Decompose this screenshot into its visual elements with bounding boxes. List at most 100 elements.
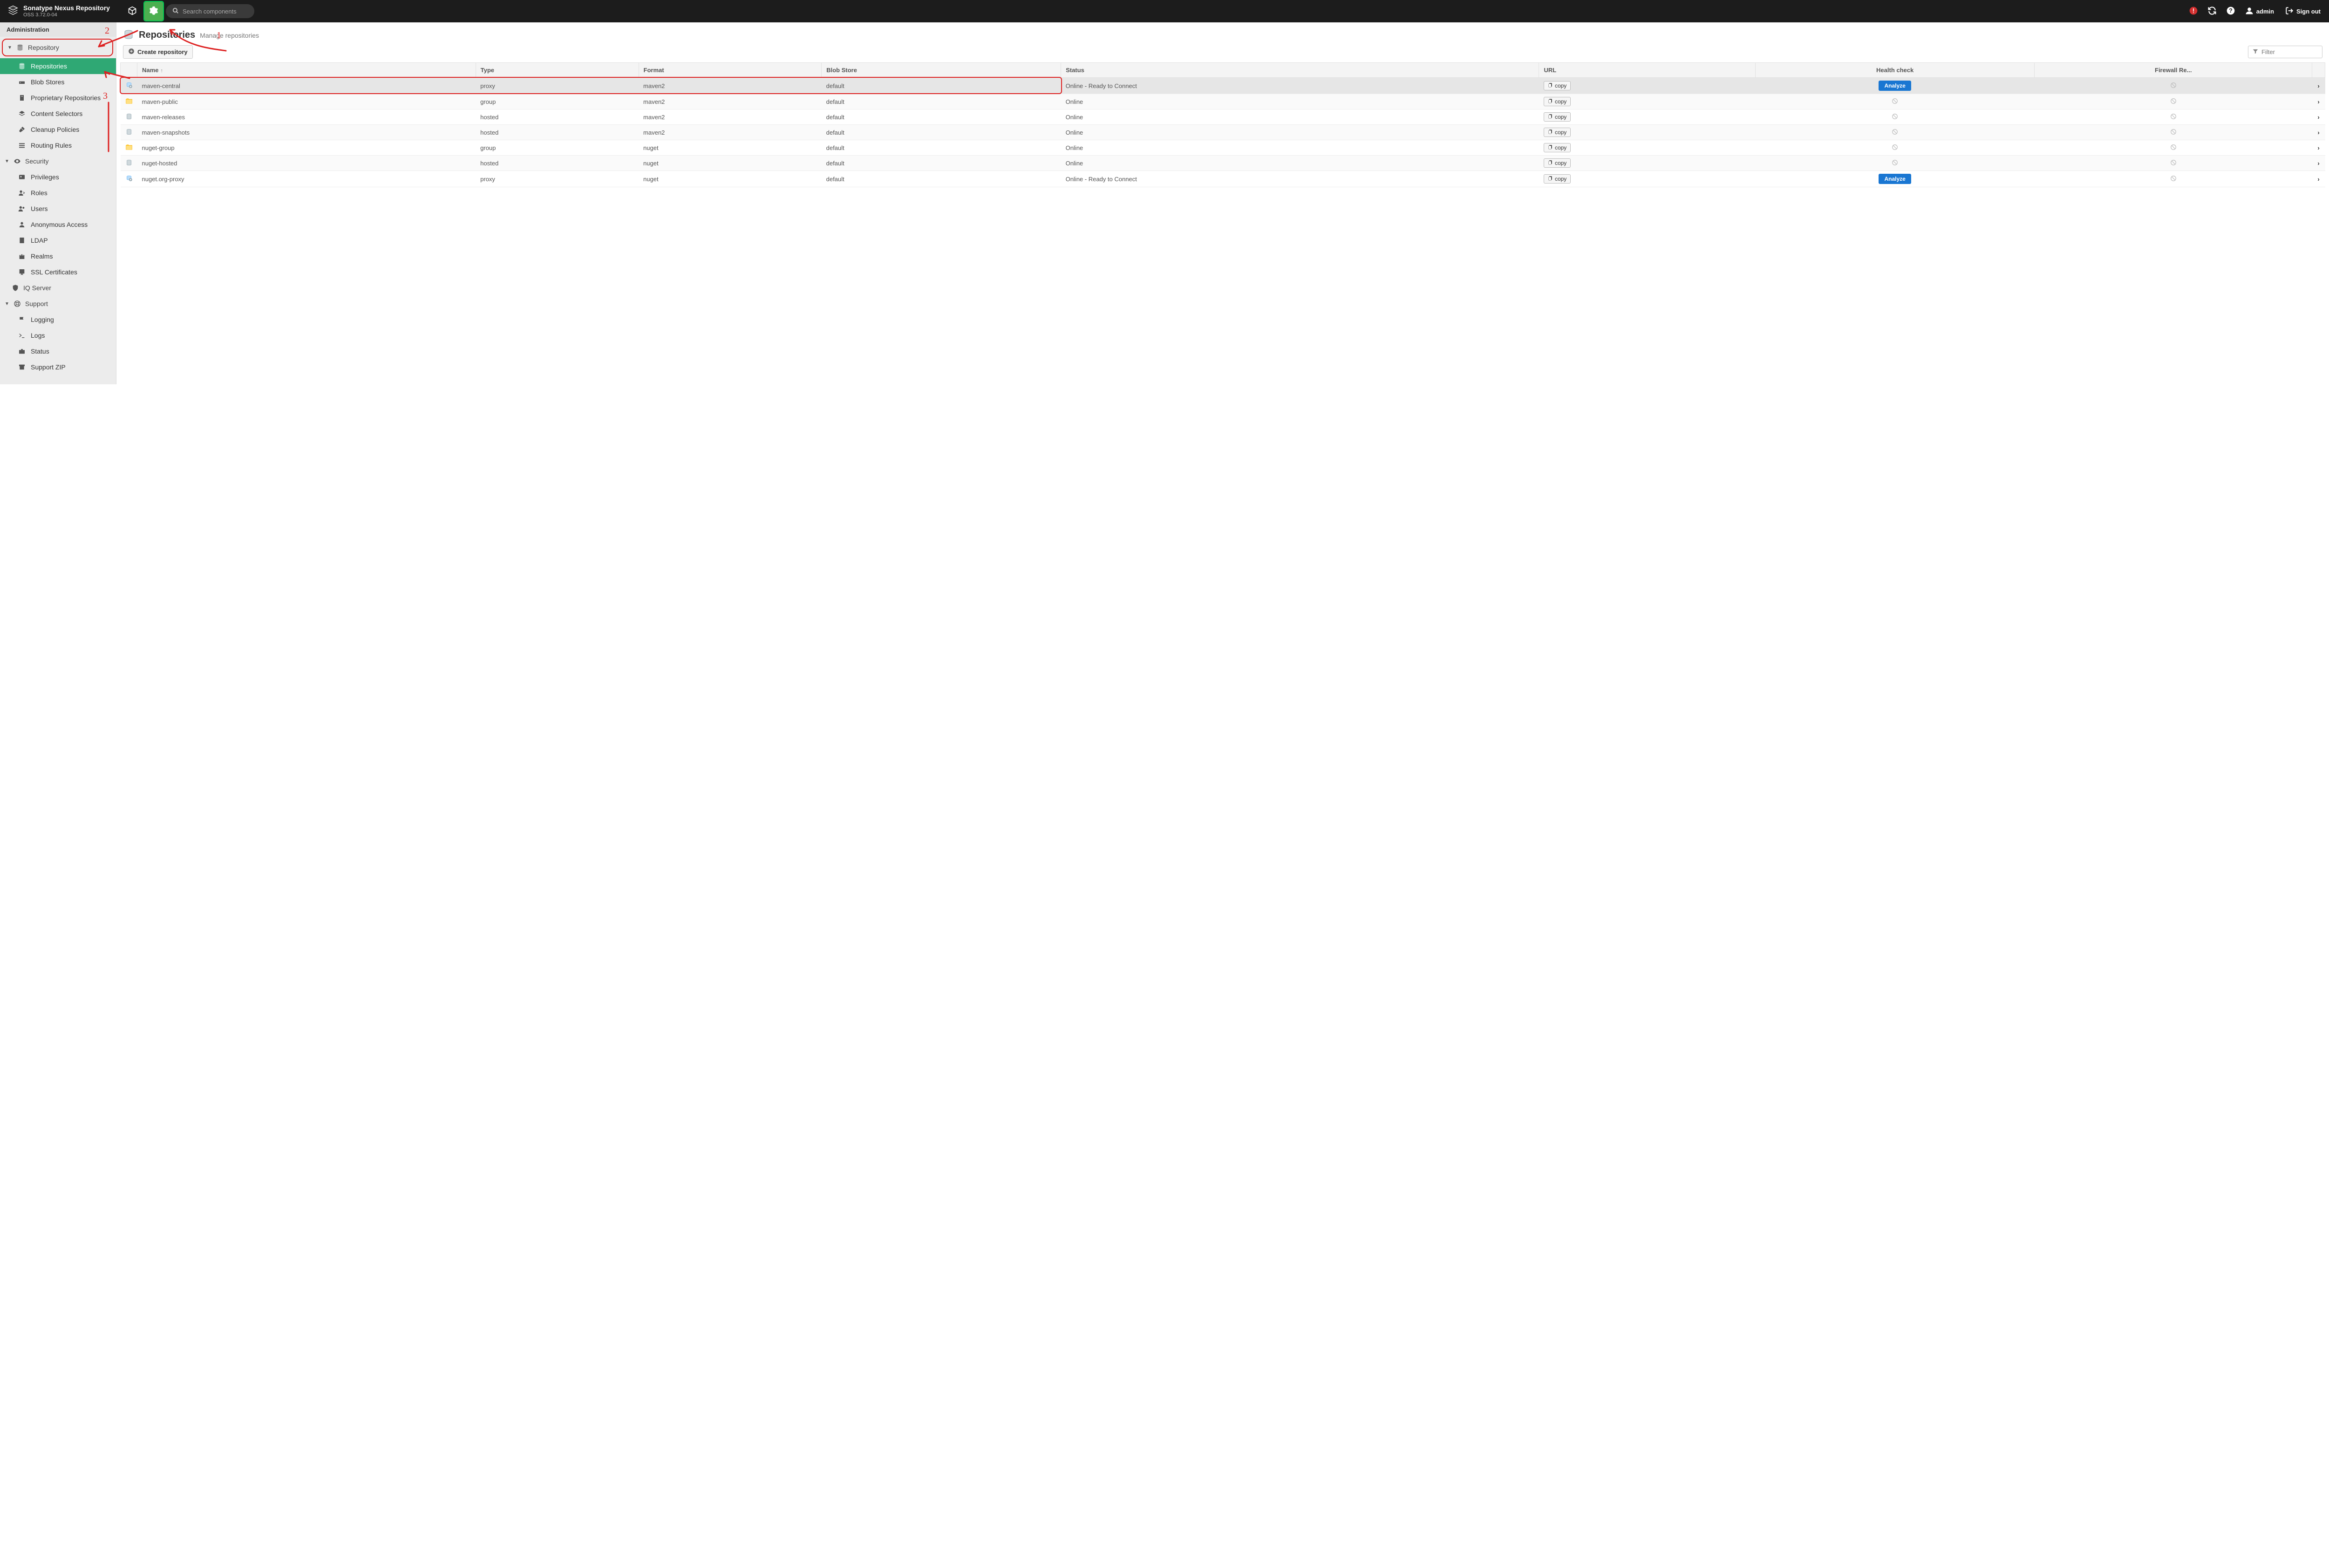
- row-expand[interactable]: ›: [2312, 78, 2325, 94]
- sidebar-item-label: Blob Stores: [31, 78, 64, 86]
- copy-url-button[interactable]: copy: [1544, 97, 1571, 106]
- table-row[interactable]: maven-publicgroupmaven2defaultOnlinecopy…: [121, 94, 2325, 109]
- page-title-icon: [123, 29, 134, 41]
- sidebar-item-cleanup[interactable]: Cleanup Policies: [0, 122, 116, 137]
- copy-label: copy: [1555, 82, 1566, 89]
- sidebar-item-contentselectors[interactable]: Content Selectors: [0, 106, 116, 122]
- table-row[interactable]: nuget-groupgroupnugetdefaultOnlinecopy›: [121, 140, 2325, 156]
- help-button[interactable]: ?: [2223, 3, 2239, 19]
- column-header-icon: [121, 63, 137, 78]
- sidebar-item-users[interactable]: Users: [0, 201, 116, 217]
- sidebar-item-label: Realms: [31, 252, 53, 260]
- sidebar-item-ssl[interactable]: SSL Certificates: [0, 264, 116, 280]
- sidebar-group-label: Support: [25, 300, 48, 307]
- cell-format: nuget: [639, 156, 822, 171]
- row-expand[interactable]: ›: [2312, 171, 2325, 187]
- copy-url-button[interactable]: copy: [1544, 81, 1571, 90]
- sidebar-group-iq[interactable]: IQ Server: [0, 280, 116, 296]
- sidebar-group-repository[interactable]: ▼Repository: [2, 39, 113, 56]
- sidebar-item-status[interactable]: Status: [0, 343, 116, 359]
- sidebar: ▼Repository Repositories Blob Stores Propri…: [0, 37, 116, 384]
- sidebar-item-label: LDAP: [31, 237, 48, 244]
- disabled-icon: [1892, 129, 1898, 136]
- copy-url-button[interactable]: copy: [1544, 112, 1571, 122]
- signout-button[interactable]: Sign out: [2281, 7, 2325, 16]
- sidebar-item-anon[interactable]: Anonymous Access: [0, 217, 116, 232]
- refresh-button[interactable]: [2204, 3, 2220, 19]
- sidebar-item-routing[interactable]: Routing Rules: [0, 137, 116, 153]
- row-expand[interactable]: ›: [2312, 94, 2325, 109]
- sidebar-item-label: Support ZIP: [31, 363, 66, 371]
- cell-blobstore: default: [822, 94, 1061, 109]
- content-area: Repositories Manage repositories Create …: [116, 22, 2329, 1568]
- row-expand[interactable]: ›: [2312, 125, 2325, 140]
- cell-firewall: [2035, 171, 2312, 187]
- nav-browse-button[interactable]: [123, 2, 142, 20]
- table-row[interactable]: maven-releaseshostedmaven2defaultOnlinec…: [121, 109, 2325, 125]
- sidebar-group-security[interactable]: ▼Security: [0, 153, 116, 169]
- cell-name: nuget-hosted: [137, 156, 476, 171]
- sidebar-group-support[interactable]: ▼Support: [0, 296, 116, 312]
- global-search-input[interactable]: [183, 8, 248, 15]
- copy-url-button[interactable]: copy: [1544, 174, 1571, 184]
- table-row[interactable]: nuget-hostedhostednugetdefaultOnlinecopy…: [121, 156, 2325, 171]
- clipboard-icon: [1548, 98, 1553, 105]
- create-repository-button[interactable]: Create repository: [123, 45, 193, 59]
- sidebar-item-label: Status: [31, 348, 49, 355]
- sidebar-item-privileges[interactable]: Privileges: [0, 169, 116, 185]
- cell-firewall: [2035, 140, 2312, 156]
- sidebar-item-blobstores[interactable]: Blob Stores: [0, 74, 116, 90]
- table-row[interactable]: nuget.org-proxyproxynugetdefaultOnline -…: [121, 171, 2325, 187]
- cell-name: nuget-group: [137, 140, 476, 156]
- nav-admin-button[interactable]: [144, 2, 163, 20]
- copy-label: copy: [1555, 98, 1566, 105]
- sidebar-item-ldap[interactable]: LDAP: [0, 232, 116, 248]
- table-row[interactable]: maven-centralproxymaven2defaultOnline - …: [121, 78, 2325, 94]
- column-header[interactable]: URL: [1539, 63, 1755, 78]
- sidebar-item-zip[interactable]: Support ZIP: [0, 359, 116, 375]
- table-row[interactable]: maven-snapshotshostedmaven2defaultOnline…: [121, 125, 2325, 140]
- disabled-icon: [1892, 144, 1898, 152]
- sidebar-item-repositories[interactable]: Repositories: [0, 58, 116, 74]
- sidebar-group-label: Security: [25, 157, 49, 165]
- column-header[interactable]: Format: [639, 63, 822, 78]
- copy-url-button[interactable]: copy: [1544, 143, 1571, 152]
- sidebar-item-label: Content Selectors: [31, 110, 82, 117]
- cell-status: Online - Ready to Connect: [1061, 78, 1539, 94]
- sidebar-item-proprietary[interactable]: Proprietary Repositories: [0, 90, 116, 106]
- gear-icon: [149, 6, 158, 17]
- filter-box[interactable]: [2248, 46, 2322, 58]
- alert-button[interactable]: [2186, 3, 2201, 19]
- sidebar-item-logs[interactable]: Logs: [0, 327, 116, 343]
- product-title: Sonatype Nexus Repository: [23, 5, 110, 12]
- analyze-button[interactable]: Analyze: [1879, 174, 1911, 184]
- clipboard-icon: [1548, 144, 1553, 151]
- copy-url-button[interactable]: copy: [1544, 128, 1571, 137]
- cell-status: Online: [1061, 140, 1539, 156]
- global-search[interactable]: [166, 4, 254, 18]
- copy-url-button[interactable]: copy: [1544, 158, 1571, 168]
- filter-input[interactable]: [2261, 48, 2318, 55]
- column-header[interactable]: Health check: [1755, 63, 2035, 78]
- cell-type: proxy: [476, 78, 639, 94]
- product-version: OSS 3.72.0-04: [23, 12, 110, 18]
- column-header[interactable]: Blob Store: [822, 63, 1061, 78]
- row-expand[interactable]: ›: [2312, 156, 2325, 171]
- cell-health: Analyze: [1755, 78, 2035, 94]
- column-header[interactable]: Type: [476, 63, 639, 78]
- column-header[interactable]: Name↑: [137, 63, 476, 78]
- sidebar-item-realms[interactable]: Realms: [0, 248, 116, 264]
- row-expand[interactable]: ›: [2312, 109, 2325, 125]
- sidebar-item-roles[interactable]: Roles: [0, 185, 116, 201]
- user-menu[interactable]: admin: [2241, 7, 2278, 16]
- cell-firewall: [2035, 156, 2312, 171]
- row-expand[interactable]: ›: [2312, 140, 2325, 156]
- sidebar-item-logging[interactable]: Logging: [0, 312, 116, 327]
- sidebar-item-label: Anonymous Access: [31, 221, 88, 228]
- cell-url: copy: [1539, 94, 1755, 109]
- analyze-button[interactable]: Analyze: [1879, 81, 1911, 91]
- column-header[interactable]: Firewall Re...: [2035, 63, 2312, 78]
- cell-url: copy: [1539, 125, 1755, 140]
- idcard-icon: [18, 173, 26, 181]
- column-header[interactable]: Status: [1061, 63, 1539, 78]
